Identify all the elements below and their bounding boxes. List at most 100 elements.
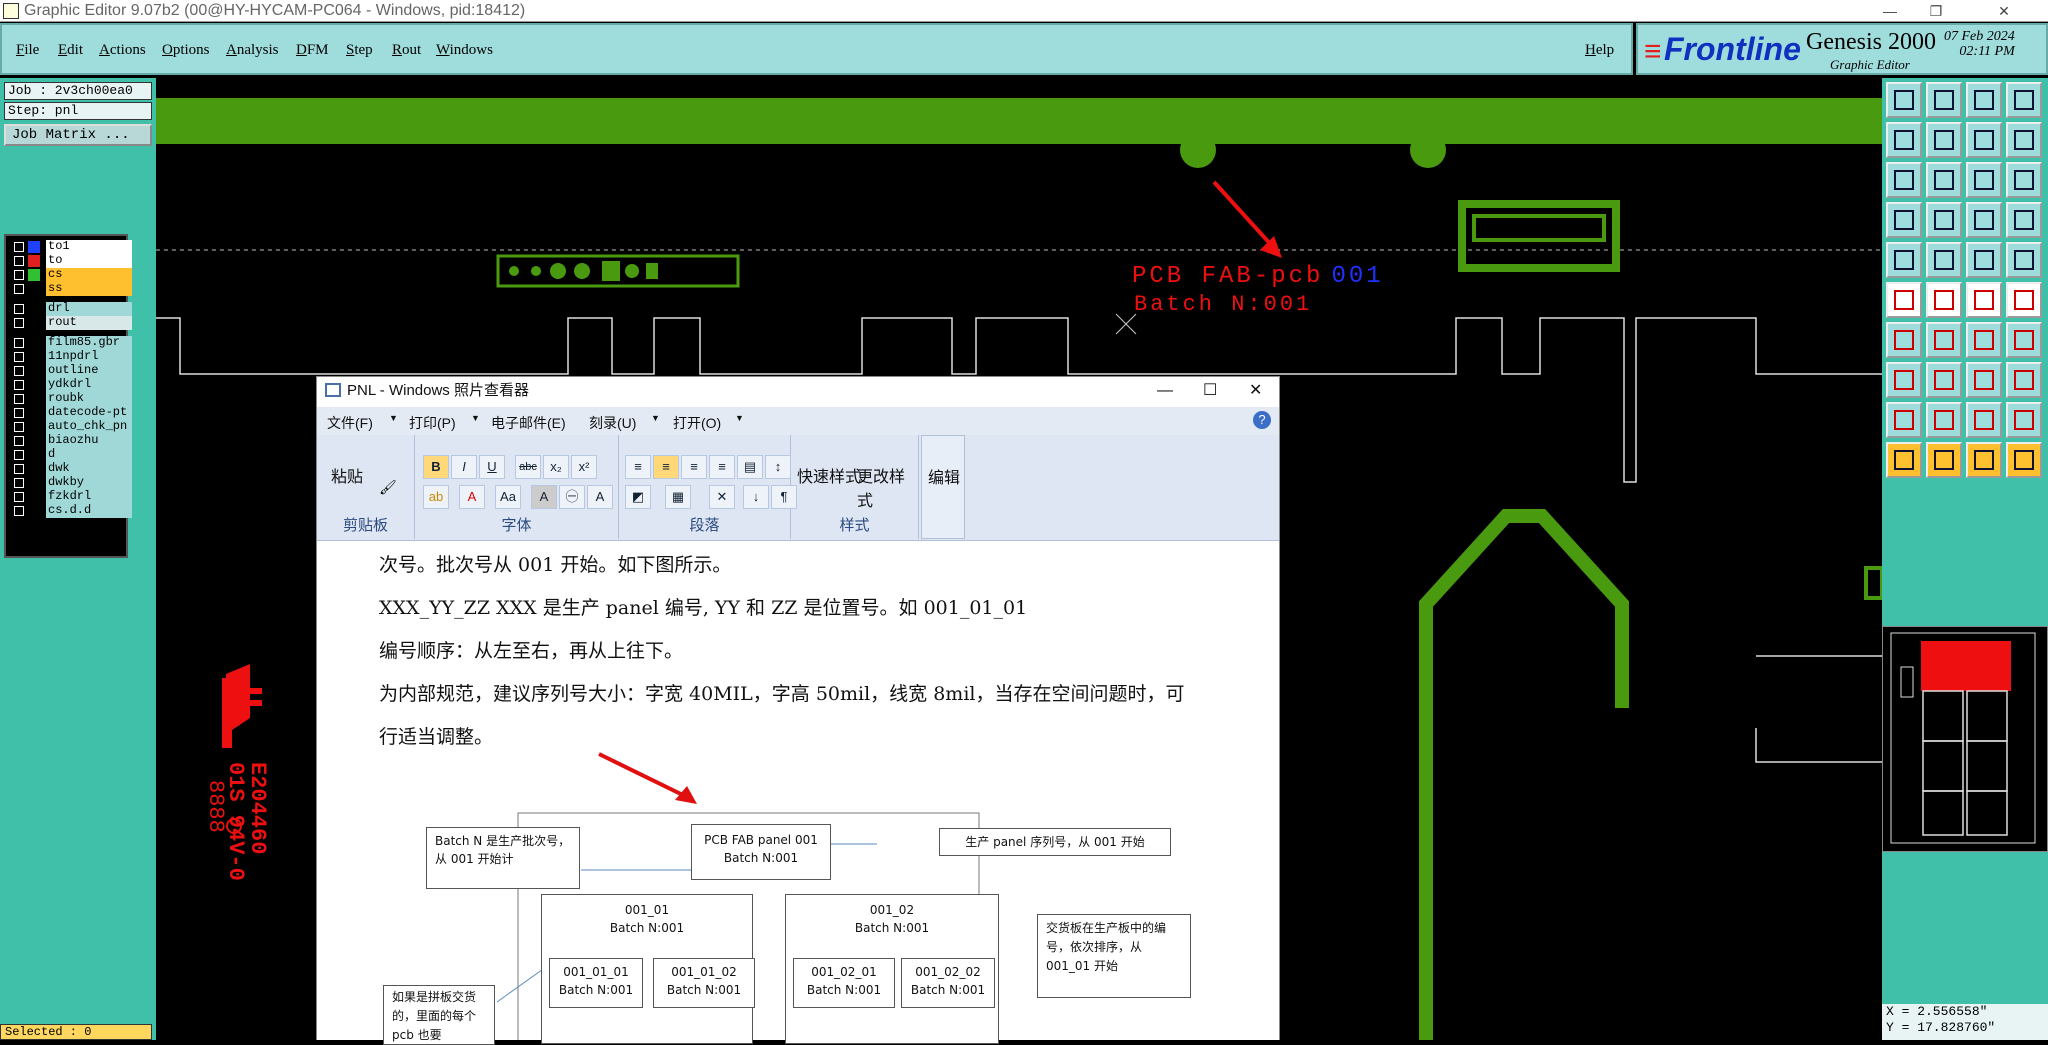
layer-checkbox[interactable] (14, 492, 24, 502)
layer-row[interactable]: fzkdrl (10, 490, 132, 504)
viewer-menu-file[interactable]: 文件(F) (327, 413, 373, 433)
layer-checkbox[interactable] (14, 256, 24, 266)
layer-color-swatch[interactable] (28, 269, 40, 281)
menu-windows[interactable]: Windows (436, 42, 493, 59)
tool-button[interactable] (1966, 362, 2002, 398)
menu-analysis[interactable]: Analysis (226, 42, 279, 59)
tool-button[interactable] (2006, 202, 2042, 238)
layer-color-swatch[interactable] (28, 477, 40, 489)
tool-button[interactable] (2006, 162, 2042, 198)
menu-rout[interactable]: Rout (392, 42, 421, 59)
close-icon[interactable]: ✕ (1960, 0, 2048, 22)
viewer-menu-burn[interactable]: 刻录(U) (589, 413, 636, 433)
layer-color-swatch[interactable] (28, 463, 40, 475)
layer-color-swatch[interactable] (28, 421, 40, 433)
tool-button[interactable] (1886, 202, 1922, 238)
tool-button[interactable] (1966, 82, 2002, 118)
layer-checkbox[interactable] (14, 338, 24, 348)
layer-row[interactable]: biaozhu (10, 434, 132, 448)
tool-button[interactable] (2006, 322, 2042, 358)
tool-button[interactable] (1886, 162, 1922, 198)
layer-color-swatch[interactable] (28, 241, 40, 253)
layer-checkbox[interactable] (14, 380, 24, 390)
tool-button[interactable] (1926, 362, 1962, 398)
layer-color-swatch[interactable] (28, 393, 40, 405)
menu-actions[interactable]: Actions (99, 42, 146, 59)
layer-checkbox[interactable] (14, 352, 24, 362)
layer-row[interactable]: cs (10, 268, 132, 282)
layer-color-swatch[interactable] (28, 435, 40, 447)
viewer-menu-print[interactable]: 打印(P) (409, 413, 456, 433)
tool-button[interactable] (2006, 122, 2042, 158)
layer-row[interactable]: dwk (10, 462, 132, 476)
layer-checkbox[interactable] (14, 478, 24, 488)
layer-color-swatch[interactable] (28, 505, 40, 517)
menu-edit[interactable]: Edit (58, 42, 83, 59)
menu-file[interactable]: File (16, 42, 39, 59)
layer-color-swatch[interactable] (28, 283, 40, 295)
tool-button[interactable] (1926, 162, 1962, 198)
menu-options[interactable]: Options (162, 42, 210, 59)
help-icon[interactable]: ? (1253, 411, 1271, 429)
layer-color-swatch[interactable] (28, 303, 40, 315)
tool-button[interactable] (2006, 282, 2042, 318)
layer-color-swatch[interactable] (28, 449, 40, 461)
viewer-menu-open[interactable]: 打开(O) (673, 413, 721, 433)
layer-color-swatch[interactable] (28, 407, 40, 419)
tool-button[interactable] (1886, 322, 1922, 358)
tool-button[interactable] (1926, 322, 1962, 358)
tool-button[interactable] (2006, 402, 2042, 438)
layer-row[interactable]: outline (10, 364, 132, 378)
tool-button[interactable] (1886, 122, 1922, 158)
tool-button[interactable] (1926, 282, 1962, 318)
tool-button[interactable] (1966, 282, 2002, 318)
close-icon[interactable]: ✕ (1249, 377, 1262, 405)
layer-color-swatch[interactable] (28, 491, 40, 503)
tool-button[interactable] (2006, 362, 2042, 398)
menu-dfm[interactable]: DFM (296, 42, 329, 59)
layer-row[interactable]: drl (10, 302, 132, 316)
layer-color-swatch[interactable] (28, 379, 40, 391)
layer-checkbox[interactable] (14, 304, 24, 314)
tool-button[interactable] (1886, 362, 1922, 398)
tool-button[interactable] (1966, 162, 2002, 198)
layer-color-swatch[interactable] (28, 337, 40, 349)
layer-row[interactable]: ydkdrl (10, 378, 132, 392)
layer-row[interactable]: 11npdrl (10, 350, 132, 364)
maximize-icon[interactable]: ☐ (1203, 377, 1217, 405)
tool-button[interactable] (1926, 122, 1962, 158)
tool-button[interactable] (1966, 242, 2002, 278)
layer-checkbox[interactable] (14, 450, 24, 460)
tool-button[interactable] (1886, 82, 1922, 118)
layer-checkbox[interactable] (14, 318, 24, 328)
layer-color-swatch[interactable] (28, 351, 40, 363)
layer-checkbox[interactable] (14, 422, 24, 432)
layer-color-swatch[interactable] (28, 317, 40, 329)
tool-button[interactable] (1886, 442, 1922, 478)
tool-button[interactable] (1886, 242, 1922, 278)
layer-row[interactable]: datecode-pt (10, 406, 132, 420)
layer-color-swatch[interactable] (28, 255, 40, 267)
layer-checkbox[interactable] (14, 394, 24, 404)
layer-row[interactable]: d (10, 448, 132, 462)
tool-button[interactable] (2006, 442, 2042, 478)
layer-row[interactable]: auto_chk_pn (10, 420, 132, 434)
tool-button[interactable] (1926, 442, 1962, 478)
tool-button[interactable] (1966, 442, 2002, 478)
minimize-icon[interactable]: — (1157, 377, 1173, 405)
layer-checkbox[interactable] (14, 242, 24, 252)
layer-checkbox[interactable] (14, 436, 24, 446)
tool-button[interactable] (2006, 82, 2042, 118)
layer-checkbox[interactable] (14, 270, 24, 280)
overview-map[interactable] (1882, 626, 2048, 852)
layer-color-swatch[interactable] (28, 365, 40, 377)
layer-row[interactable]: roubk (10, 392, 132, 406)
tool-button[interactable] (1966, 202, 2002, 238)
tool-button[interactable] (1966, 122, 2002, 158)
photo-viewer-window[interactable]: PNL - Windows 照片查看器 — ☐ ✕ 文件(F) ▼ 打印(P) … (316, 376, 1280, 1045)
layer-row[interactable]: cs.d.d (10, 504, 132, 518)
layer-checkbox[interactable] (14, 284, 24, 294)
restore-icon[interactable]: ❐ (1914, 0, 1958, 22)
tool-button[interactable] (1966, 322, 2002, 358)
menu-help[interactable]: Help (1585, 42, 1614, 59)
